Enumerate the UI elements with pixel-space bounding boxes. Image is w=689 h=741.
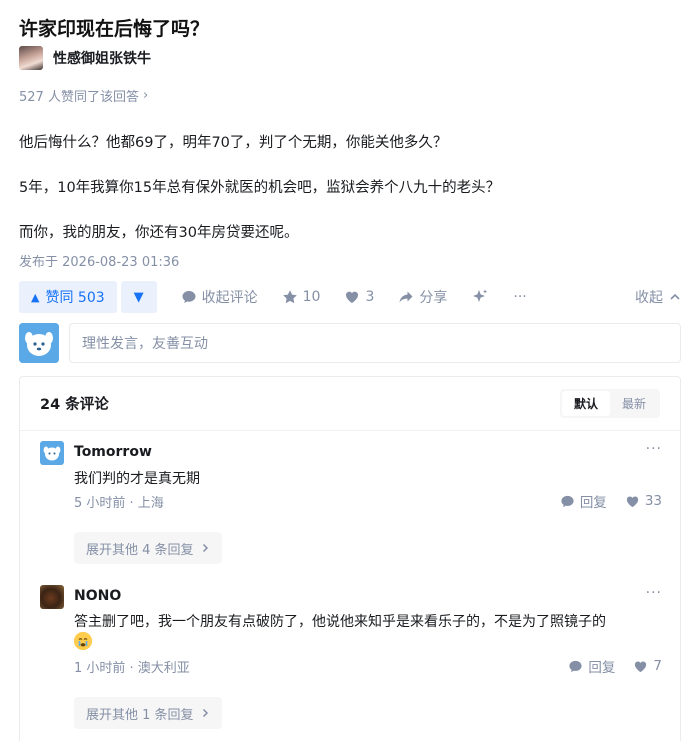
comments-count: 24 条评论 — [40, 397, 109, 413]
comment-item: NONO ··· 答主删了吧，我一个朋友有点破防了，他说他来知乎是来看乐子的，不… — [40, 585, 662, 735]
answer-paragraph: 而你，我的朋友，你还有30年房贷要还呢。 — [19, 225, 299, 241]
commenter-avatar[interactable] — [40, 585, 64, 609]
sort-default-tab[interactable]: 默认 — [561, 391, 610, 416]
comment-bubble-icon — [561, 495, 574, 507]
comment-like-button[interactable]: 7 — [633, 656, 662, 676]
chevron-right-icon — [202, 708, 208, 718]
comment-like-count: 7 — [653, 658, 662, 674]
comment-meta: 5 小时前 · 上海 — [74, 496, 164, 511]
heart-icon — [635, 661, 647, 672]
sort-toggle: 默认 最新 — [559, 389, 660, 418]
triangle-up-icon: ▲ — [31, 290, 40, 304]
share-label: 分享 — [419, 290, 448, 306]
commenter-avatar[interactable] — [40, 441, 64, 465]
reply-label: 回复 — [588, 660, 616, 676]
chevron-up-icon — [670, 293, 680, 300]
ellipsis-icon: ··· — [513, 289, 527, 305]
comment-toggle-label: 收起评论 — [201, 290, 258, 306]
comment-input[interactable]: 理性发言，友善互动 — [69, 323, 681, 363]
share-arrow-icon — [399, 291, 413, 303]
heart-icon — [626, 496, 638, 507]
action-bar: ▲ 赞同 503 ▼ 收起评论 10 3 分享 ··· 收起 — [19, 281, 681, 313]
downvote-button[interactable]: ▼ — [120, 281, 157, 313]
commenter-name[interactable]: NONO — [74, 588, 121, 604]
comment-meta: 1 小时前 · 澳大利亚 — [74, 661, 190, 676]
author-name[interactable]: 性感御姐张铁牛 — [53, 48, 151, 68]
sort-latest-tab[interactable]: 最新 — [610, 391, 658, 416]
favorite-count: 10 — [302, 289, 321, 305]
expand-replies-button[interactable]: 展开其他 4 条回复 — [74, 532, 222, 564]
comments-header: 24 条评论 默认 最新 — [20, 377, 680, 431]
question-title[interactable]: 许家印现在后悔了吗？ — [19, 14, 209, 41]
comment-text: 答主删了吧，我一个朋友有点破防了，他说他来知乎是来看乐子的，不是为了照镜子的 — [74, 614, 606, 630]
published-time[interactable]: 发布于 2026-08-23 01:36 — [19, 251, 179, 270]
current-user-avatar — [19, 323, 59, 363]
crying-emoji-icon — [74, 632, 92, 650]
comment-like-button[interactable]: 33 — [625, 491, 662, 511]
triangle-down-icon: ▼ — [133, 289, 144, 305]
comment-bubble-icon — [182, 291, 196, 303]
expand-replies-label: 展开其他 4 条回复 — [86, 542, 194, 558]
like-button[interactable]: 3 — [344, 289, 374, 305]
collapse-answer-button[interactable]: 收起 — [635, 287, 681, 307]
collapse-label: 收起 — [635, 290, 663, 306]
voters-count-text: 527 人赞同了该回答 — [19, 90, 139, 105]
reply-button[interactable]: 回复 — [560, 491, 607, 511]
like-count: 3 — [365, 289, 375, 305]
comment-toggle-button[interactable]: 收起评论 — [181, 287, 258, 307]
share-button[interactable]: 分享 — [398, 287, 447, 307]
chevron-right-icon — [202, 543, 208, 553]
comment-bubble-icon — [569, 660, 582, 672]
heart-icon — [346, 291, 359, 303]
comment-text: 我们判的才是真无期 — [74, 471, 200, 487]
voters-link[interactable]: 527 人赞同了该回答 › — [19, 86, 148, 105]
reply-label: 回复 — [579, 495, 607, 511]
comment-actions: 回复 7 — [568, 656, 662, 676]
answer-paragraph: 5年，10年我算你15年总有保外就医的机会吧，监狱会养个八九十的老头？ — [19, 180, 501, 196]
answer-paragraph: 他后悔什么？他都69了，明年70了，判了个无期，你能关他多久？ — [19, 135, 448, 151]
sparkle-icon — [473, 289, 488, 302]
favorite-button[interactable]: 10 — [282, 289, 321, 305]
chevron-right-icon: › — [142, 88, 149, 103]
author-row: 性感御姐张铁牛 — [19, 46, 151, 70]
commenter-name[interactable]: Tomorrow — [74, 444, 152, 460]
comment-more-icon[interactable]: ··· — [646, 585, 662, 601]
author-avatar[interactable] — [19, 46, 43, 70]
expand-replies-label: 展开其他 1 条回复 — [86, 707, 194, 723]
expand-replies-button[interactable]: 展开其他 1 条回复 — [74, 697, 222, 729]
upvote-button[interactable]: ▲ 赞同 503 — [19, 281, 117, 313]
reply-button[interactable]: 回复 — [568, 656, 615, 676]
star-icon — [282, 290, 297, 304]
comments-panel: 24 条评论 默认 最新 Tomorrow ··· 我们判的才是真无期 5 小时… — [19, 376, 681, 741]
comment-actions: 回复 33 — [560, 491, 662, 511]
comment-like-count: 33 — [644, 493, 662, 509]
comment-more-icon[interactable]: ··· — [646, 441, 662, 457]
comment-composer: 理性发言，友善互动 — [19, 323, 681, 363]
comment-item: Tomorrow ··· 我们判的才是真无期 5 小时前 · 上海 回复 33 … — [40, 441, 662, 571]
ai-sparkle-button[interactable] — [471, 288, 489, 306]
upvote-label: 赞同 503 — [45, 290, 105, 306]
more-options-button[interactable]: ··· — [513, 289, 526, 305]
